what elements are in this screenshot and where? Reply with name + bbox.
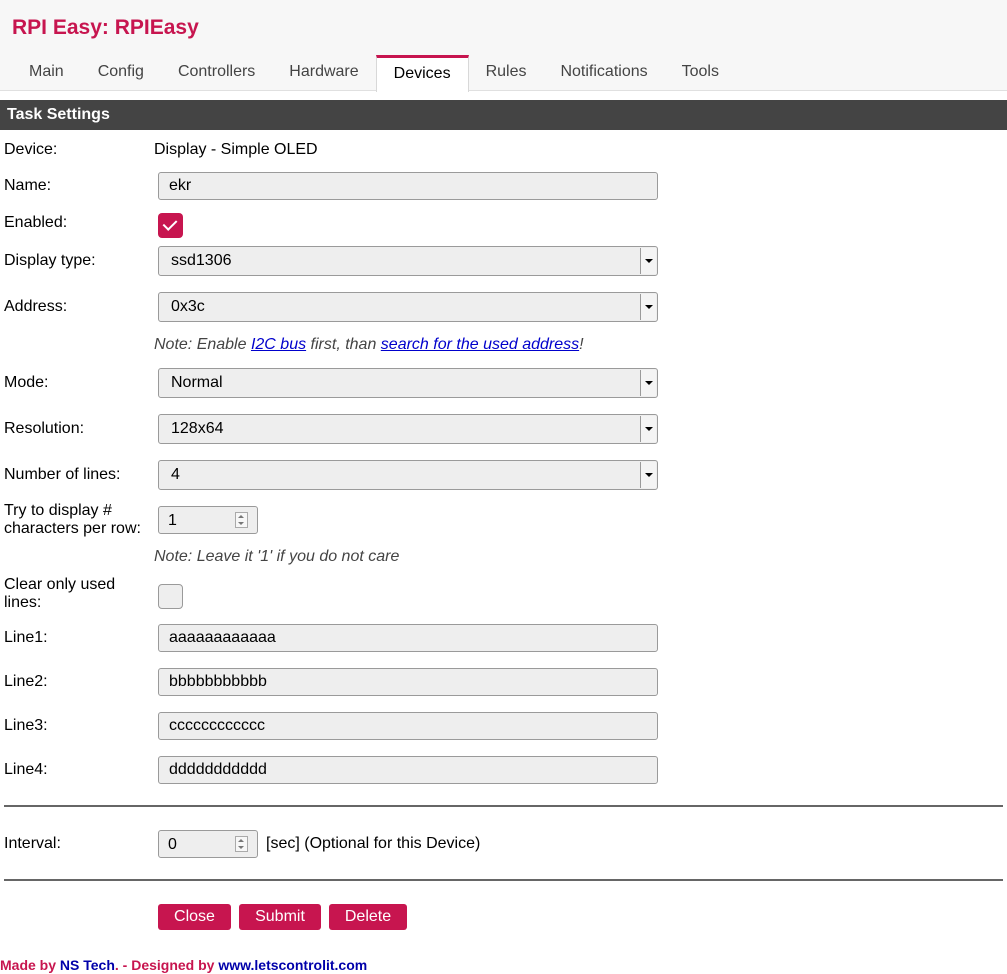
- app-title: RPI Easy: RPIEasy: [12, 16, 199, 39]
- device-value: Display - Simple OLED: [154, 141, 318, 158]
- check-icon: [162, 216, 178, 231]
- interval-label: Interval:: [4, 835, 61, 852]
- mode-label: Mode:: [4, 374, 49, 391]
- section-header: Task Settings: [0, 100, 1007, 130]
- lines-count-label: Number of lines:: [4, 466, 121, 483]
- note-text: first, than: [306, 336, 381, 353]
- chars-note: Note: Leave it '1' if you do not care: [154, 548, 400, 565]
- line2-input[interactable]: [158, 668, 658, 696]
- tab-bar: Main Config Controllers Hardware Devices…: [12, 55, 736, 92]
- chevron-down-icon: [640, 370, 656, 396]
- line3-label: Line3:: [4, 717, 48, 734]
- chars-per-row-value: 1: [168, 512, 177, 529]
- i2c-bus-link[interactable]: I2C bus: [251, 336, 306, 353]
- note-text: Note: Enable: [154, 336, 251, 353]
- line2-label: Line2:: [4, 673, 48, 690]
- enabled-label: Enabled:: [4, 214, 68, 231]
- address-value: 0x3c: [171, 298, 205, 315]
- tab-tools[interactable]: Tools: [665, 55, 736, 88]
- line3-input[interactable]: [158, 712, 658, 740]
- footer-text: Made by: [0, 957, 60, 973]
- note-text: !: [579, 336, 584, 353]
- interval-value: 0: [168, 836, 177, 853]
- label-line: Clear only used: [4, 576, 116, 593]
- lines-count-select[interactable]: 4: [158, 460, 658, 490]
- enabled-checkbox[interactable]: [158, 213, 183, 238]
- label-line: Try to display #: [4, 502, 112, 519]
- name-input[interactable]: [158, 172, 658, 200]
- chevron-down-icon: [640, 416, 656, 442]
- chevron-down-icon: [640, 462, 656, 488]
- tab-controllers[interactable]: Controllers: [161, 55, 272, 88]
- footer-site-link[interactable]: www.letscontrolit.com: [218, 957, 367, 973]
- label-line: characters per row:: [4, 520, 141, 537]
- footer: Made by NS Tech. - Designed by www.letsc…: [0, 957, 367, 973]
- display-type-value: ssd1306: [171, 252, 232, 269]
- address-label: Address:: [4, 298, 68, 315]
- tab-rules[interactable]: Rules: [469, 55, 544, 88]
- resolution-label: Resolution:: [4, 420, 85, 437]
- resolution-select[interactable]: 128x64: [158, 414, 658, 444]
- label-line: lines:: [4, 594, 42, 611]
- chars-per-row-label: Try to display # characters per row:: [4, 502, 141, 538]
- spinner-icon[interactable]: [235, 512, 248, 528]
- line4-input[interactable]: [158, 756, 658, 784]
- tab-main[interactable]: Main: [12, 55, 81, 88]
- line1-input[interactable]: [158, 624, 658, 652]
- header: RPI Easy: RPIEasy Main Config Controller…: [0, 0, 1007, 92]
- clear-lines-checkbox[interactable]: [158, 584, 183, 609]
- tab-devices[interactable]: Devices: [375, 55, 469, 92]
- resolution-value: 128x64: [171, 420, 224, 437]
- chars-per-row-input[interactable]: 1: [158, 506, 258, 534]
- submit-button[interactable]: Submit: [239, 904, 321, 930]
- device-label: Device:: [4, 141, 58, 158]
- chevron-down-icon: [640, 294, 656, 320]
- tab-hardware[interactable]: Hardware: [272, 55, 375, 88]
- tab-notifications[interactable]: Notifications: [543, 55, 664, 88]
- mode-value: Normal: [171, 374, 223, 391]
- tab-config[interactable]: Config: [81, 55, 161, 88]
- line1-label: Line1:: [4, 629, 48, 646]
- footer-text: . - Designed by: [114, 957, 219, 973]
- display-type-select[interactable]: ssd1306: [158, 246, 658, 276]
- line4-label: Line4:: [4, 761, 48, 778]
- display-type-label: Display type:: [4, 252, 96, 269]
- interval-input[interactable]: 0: [158, 830, 258, 858]
- close-button[interactable]: Close: [158, 904, 231, 930]
- footer-brand: NS Tech: [59, 957, 115, 973]
- address-select[interactable]: 0x3c: [158, 292, 658, 322]
- clear-lines-label: Clear only used lines:: [4, 576, 115, 612]
- divider: [4, 879, 1003, 881]
- search-address-link[interactable]: search for the used address: [381, 336, 579, 353]
- name-label: Name:: [4, 177, 52, 194]
- chevron-down-icon: [640, 248, 656, 274]
- divider: [4, 805, 1003, 807]
- mode-select[interactable]: Normal: [158, 368, 658, 398]
- delete-button[interactable]: Delete: [329, 904, 407, 930]
- spinner-icon[interactable]: [235, 836, 248, 852]
- address-note: Note: Enable I2C bus first, than search …: [154, 336, 584, 354]
- lines-count-value: 4: [171, 466, 180, 483]
- interval-suffix: [sec] (Optional for this Device): [266, 835, 481, 852]
